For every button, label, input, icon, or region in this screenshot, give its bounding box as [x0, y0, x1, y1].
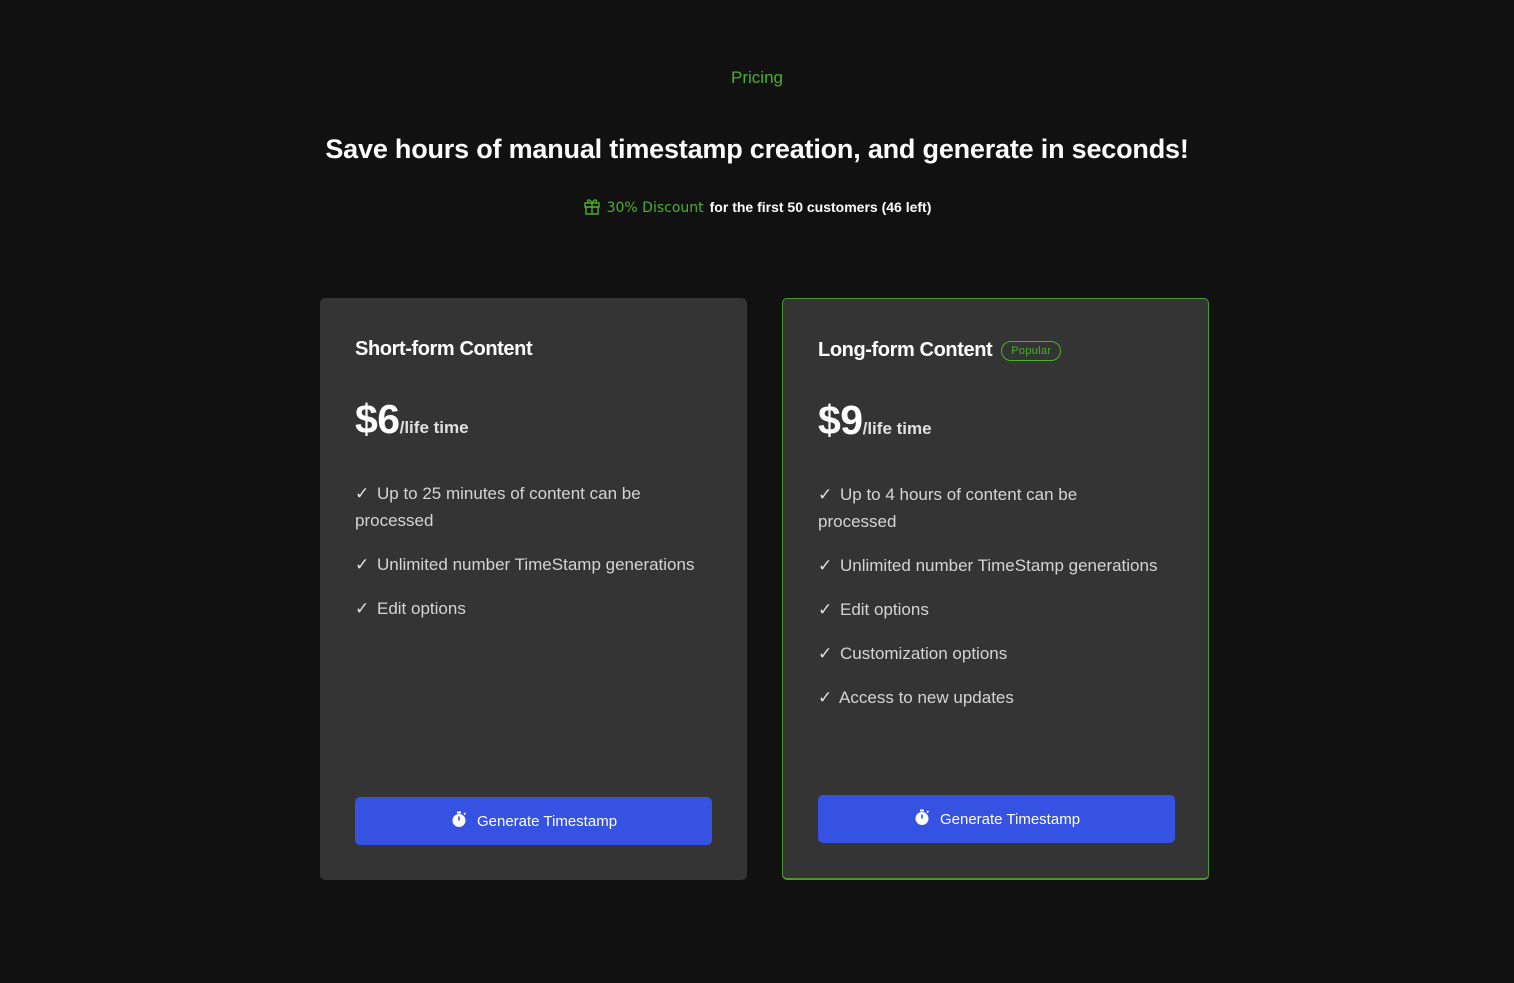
stopwatch-icon [913, 808, 931, 830]
page-headline: Save hours of manual timestamp creation,… [325, 134, 1189, 164]
price-period: /life time [862, 419, 932, 438]
gift-icon [583, 197, 601, 218]
feature-item: ✓ Access to new updates [818, 684, 1158, 711]
feature-item: ✓ Up to 4 hours of content can be proces… [818, 481, 1158, 535]
feature-text: Customization options [839, 644, 1008, 663]
price-amount: $9 [818, 397, 863, 443]
plan-card-short-form: Short-form Content $6/life time ✓ Up to … [320, 298, 747, 880]
feature-text: Edit options [839, 600, 929, 619]
plan-title: Long-form Content Popular [818, 339, 1062, 362]
feature-text: Unlimited number TimeStamp generations [376, 555, 695, 574]
plan-card-long-form: Long-form Content Popular $9/life time ✓… [782, 298, 1209, 880]
feature-list: ✓ Up to 25 minutes of content can be pro… [355, 480, 695, 639]
generate-timestamp-button[interactable]: Generate Timestamp [355, 797, 712, 845]
feature-item: ✓ Customization options [818, 640, 1158, 667]
feature-text: Up to 25 minutes of content can be proce… [355, 484, 641, 530]
button-label: Generate Timestamp [939, 810, 1081, 828]
check-icon: ✓ [355, 555, 370, 574]
plan-title-text: Long-form Content [818, 339, 993, 361]
check-icon: ✓ [355, 599, 370, 618]
popular-badge: Popular [1001, 340, 1062, 361]
check-icon: ✓ [818, 600, 833, 619]
button-label: Generate Timestamp [476, 812, 618, 830]
discount-text: for the first 50 customers (46 left) [709, 199, 932, 215]
feature-item: ✓ Unlimited number TimeStamp generations [355, 551, 695, 578]
plan-price: $9/life time [818, 397, 932, 444]
check-icon: ✓ [355, 484, 370, 503]
check-icon: ✓ [818, 556, 833, 575]
check-icon: ✓ [818, 688, 833, 707]
discount-banner: 30% Discount for the first 50 customers (… [0, 197, 1514, 218]
feature-text: Up to 4 hours of content can be processe… [818, 485, 1078, 531]
generate-timestamp-button[interactable]: Generate Timestamp [818, 795, 1175, 843]
feature-item: ✓ Unlimited number TimeStamp generations [818, 552, 1158, 579]
discount-label: 30% Discount [606, 200, 704, 216]
plan-price: $6/life time [355, 396, 469, 443]
price-amount: $6 [355, 396, 400, 442]
plan-title: Short-form Content [355, 338, 533, 361]
feature-item: ✓ Edit options [818, 596, 1158, 623]
feature-text: Edit options [376, 599, 466, 618]
plan-title-text: Short-form Content [355, 338, 533, 360]
price-period: /life time [399, 418, 469, 437]
feature-text: Unlimited number TimeStamp generations [839, 556, 1158, 575]
feature-text: Access to new updates [839, 688, 1014, 707]
feature-item: ✓ Up to 25 minutes of content can be pro… [355, 480, 695, 534]
feature-item: ✓ Edit options [355, 595, 695, 622]
feature-list: ✓ Up to 4 hours of content can be proces… [818, 481, 1158, 728]
pricing-eyebrow: Pricing [731, 68, 783, 87]
check-icon: ✓ [818, 644, 833, 663]
check-icon: ✓ [818, 485, 833, 504]
stopwatch-icon [450, 810, 468, 832]
